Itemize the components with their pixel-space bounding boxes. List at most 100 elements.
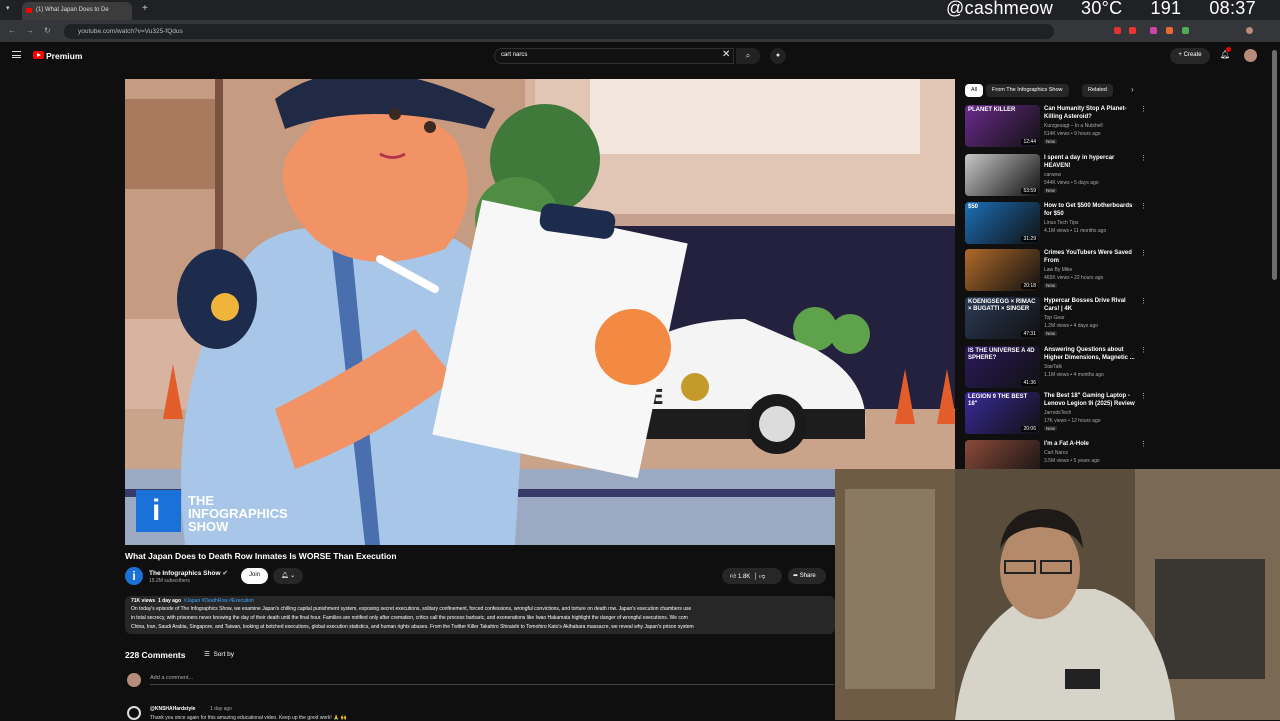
extension-icon[interactable] — [1182, 27, 1189, 34]
video-duration: 12:44 — [1021, 139, 1038, 145]
new-badge: New — [1044, 283, 1058, 288]
recommendation-channel[interactable]: StarTalk — [1044, 364, 1062, 370]
hashtags[interactable]: #Japan #DeathRow #Execution — [184, 598, 254, 604]
reload-icon[interactable]: ↻ — [44, 26, 51, 35]
recommendation-title[interactable]: I spent a day in hypercar HEAVEN! — [1044, 154, 1136, 170]
recommendation-channel[interactable]: Cart Narcs — [1044, 450, 1068, 456]
back-icon[interactable]: ← — [8, 26, 16, 35]
recommendation-thumbnail[interactable]: PLANET KILLER 12:44 — [965, 105, 1040, 147]
more-options-icon[interactable]: ⋮ — [1140, 105, 1147, 113]
video-duration: 31:29 — [1021, 236, 1038, 242]
join-button[interactable]: Join — [241, 568, 268, 584]
recommendation-item[interactable]: 20:18 Crimes YouTubers Were Saved From Law… — [965, 249, 1147, 293]
recommendation-meta: 1.2M views • 4 days ago — [1044, 323, 1098, 329]
youtube-premium-logo[interactable]: Premium — [46, 51, 82, 61]
recommendation-item[interactable]: KOENIGSEGG × RIMAC × BUGATTI × SINGER 47:… — [965, 297, 1147, 341]
address-bar[interactable]: youtube.com/watch?v=Vu325-fQdus — [64, 24, 1054, 39]
recommendation-channel[interactable]: JarrodsTech — [1044, 410, 1071, 416]
profile-avatar[interactable] — [1246, 27, 1253, 34]
more-options-icon[interactable]: ⋮ — [1140, 440, 1147, 448]
create-button[interactable]: + Create — [1170, 48, 1210, 64]
video-watermark: THE INFOGRAPHICS SHOW — [188, 493, 288, 534]
recommendation-channel[interactable]: Kurzgesagt – In a Nutshell — [1044, 123, 1103, 129]
more-options-icon[interactable]: ⋮ — [1140, 249, 1147, 257]
share-icon: ➦ — [793, 573, 799, 579]
recommendation-title[interactable]: How to Get $500 Motherboards for $50 — [1044, 202, 1136, 218]
upload-age: 1 day ago — [157, 598, 182, 604]
channel-name-text: The Infographics Show — [149, 570, 221, 577]
recommendation-title[interactable]: I'm a Fat A-Hole — [1044, 440, 1136, 448]
recommendation-thumbnail[interactable]: $50 31:29 — [965, 202, 1040, 244]
like-dislike-button[interactable]: 👍︎ 1.8K │ 👎︎ — [722, 568, 782, 584]
comment-avatar[interactable] — [127, 706, 141, 720]
add-comment-input[interactable]: Add a comment... — [150, 675, 834, 685]
recommendation-thumbnail[interactable]: IS THE UNIVERSE A 4D SPHERE? 41:36 — [965, 346, 1040, 388]
search-button[interactable]: ⌕ — [736, 48, 760, 64]
more-options-icon[interactable]: ⋮ — [1140, 202, 1147, 210]
channel-avatar[interactable]: i — [125, 567, 143, 585]
new-badge: New — [1044, 331, 1058, 336]
thumbnail-text: IS THE UNIVERSE A 4D SPHERE? — [968, 348, 1035, 361]
more-options-icon[interactable]: ⋮ — [1140, 392, 1147, 400]
extension-icon[interactable] — [1129, 27, 1136, 34]
recommendation-thumbnail[interactable]: LEGION 9 THE BEST 18" 20:06 — [965, 392, 1040, 434]
recommendation-title[interactable]: Can Humanity Stop A Planet-Killing Aster… — [1044, 105, 1136, 121]
share-button[interactable]: ➦ Share — [788, 568, 826, 584]
recommendation-title[interactable]: The Best 18" Gaming Laptop - Lenovo Legi… — [1044, 392, 1136, 408]
recommendation-item[interactable]: 53:59 I spent a day in hypercar HEAVEN! ca… — [965, 154, 1147, 198]
recommendation-thumbnail[interactable]: KOENIGSEGG × RIMAC × BUGATTI × SINGER 47:… — [965, 297, 1040, 339]
more-options-icon[interactable]: ⋮ — [1140, 154, 1147, 162]
recommendation-item[interactable]: PLANET KILLER 12:44 Can Humanity Stop A Pl… — [965, 105, 1147, 149]
browser-tab[interactable]: (1) What Japan Does to De — [22, 2, 132, 20]
recommendation-meta: 3.5M views • 5 years ago — [1044, 458, 1100, 464]
menu-icon[interactable] — [12, 51, 21, 58]
recommendation-title[interactable]: Answering Questions about Higher Dimensi… — [1044, 346, 1136, 362]
video-title: What Japan Does to Death Row Inmates Is … — [125, 551, 397, 561]
forward-icon[interactable]: → — [26, 26, 34, 35]
youtube-logo-icon[interactable] — [33, 51, 44, 59]
recommendation-title[interactable]: Crimes YouTubers Were Saved From — [1044, 249, 1136, 265]
page-scrollbar[interactable] — [1272, 50, 1277, 280]
video-duration: 53:59 — [1021, 188, 1038, 194]
chevron-down-icon: ⌄ — [290, 573, 296, 579]
thumbnail-text: KOENIGSEGG × RIMAC × BUGATTI × SINGER — [968, 299, 1036, 312]
extension-icon[interactable] — [1114, 27, 1121, 34]
recommendation-title[interactable]: Hypercar Bosses Drive Rival Cars! | 4K — [1044, 297, 1136, 313]
more-options-icon[interactable]: ⋮ — [1140, 346, 1147, 354]
clear-search-icon[interactable]: ✕ — [722, 49, 730, 60]
subscribe-bell-button[interactable]: 🔔︎ ⌄ — [273, 568, 303, 584]
recommendation-channel[interactable]: Law By Mike — [1044, 267, 1072, 273]
extension-icon[interactable] — [1166, 27, 1173, 34]
recommendation-item[interactable]: IS THE UNIVERSE A 4D SPHERE? 41:36 Answeri… — [965, 346, 1147, 390]
new-badge: New — [1044, 139, 1058, 144]
video-frame: ICE — [125, 79, 955, 545]
voice-search-button[interactable]: ● — [770, 48, 786, 64]
thumbnail-text: $50 — [968, 204, 979, 210]
channel-name[interactable]: The Infographics Show ✔︎ — [149, 569, 228, 577]
more-options-icon[interactable]: ⋮ — [1140, 297, 1147, 305]
chip-related[interactable]: Related — [1082, 84, 1113, 97]
recommendation-item[interactable]: $50 31:29 How to Get $500 Motherboards for… — [965, 202, 1147, 246]
account-avatar[interactable] — [1244, 49, 1257, 62]
chevron-right-icon[interactable]: › — [1131, 85, 1134, 94]
recommendation-channel[interactable]: Top Gear — [1044, 315, 1065, 321]
extension-icon[interactable] — [1150, 27, 1157, 34]
recommendation-thumbnail[interactable]: 20:18 — [965, 249, 1040, 291]
search-input[interactable]: cart narcs — [494, 48, 734, 64]
video-player[interactable]: ICE — [125, 79, 955, 545]
notification-badge — [1226, 47, 1231, 52]
comment-author[interactable]: @KNSHAHardstyle — [150, 706, 195, 712]
chip-all[interactable]: All — [965, 84, 984, 97]
new-tab-button[interactable]: + — [142, 3, 148, 14]
recommendation-thumbnail[interactable]: 53:59 — [965, 154, 1040, 196]
chip-from-channel[interactable]: From The Infographics Show — [986, 84, 1069, 97]
sort-comments-button[interactable]: ☰ Sort by — [204, 650, 234, 658]
comment-time[interactable]: 1 day ago — [210, 706, 232, 712]
overlay-clock: 08:37 — [1209, 0, 1256, 18]
tab-list-icon[interactable]: ▾ — [6, 4, 10, 12]
recommendation-channel[interactable]: Linus Tech Tips — [1044, 220, 1078, 226]
recommendation-item[interactable]: LEGION 9 THE BEST 18" 20:06 The Best 18" G… — [965, 392, 1147, 436]
recommendation-channel[interactable]: carwow — [1044, 172, 1061, 178]
overlay-temperature: 30°C — [1081, 0, 1123, 18]
stream-overlay: @cashmeow 30°C 191 08:37 — [946, 0, 1256, 19]
